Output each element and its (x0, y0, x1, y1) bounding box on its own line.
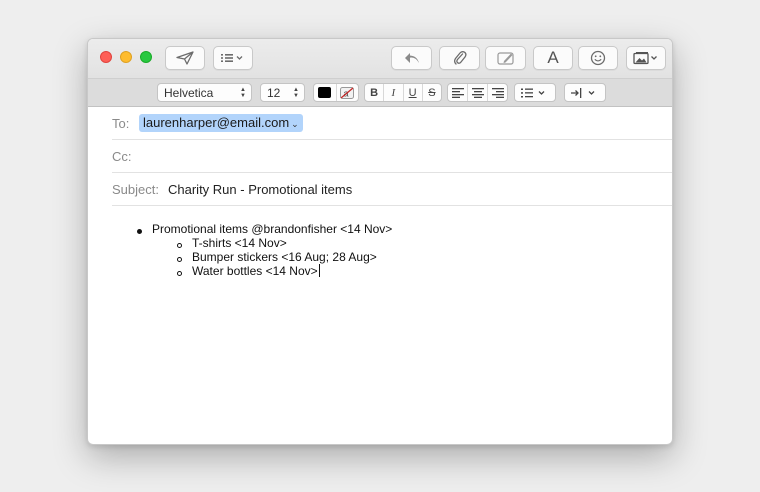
compose-window: A Helvetica ▲▼ 12 ▲▼ a (87, 38, 673, 445)
text-caret (318, 264, 320, 277)
bullet-icon (137, 229, 142, 234)
photo-browser-button[interactable] (626, 46, 666, 70)
to-label: To: (112, 116, 130, 131)
cc-field[interactable]: Cc: (112, 140, 672, 173)
markup-button[interactable] (485, 46, 526, 70)
minimize-window-button[interactable] (120, 51, 132, 63)
to-field[interactable]: To: laurenharper@email.com ⌄ (112, 107, 672, 140)
bold-button[interactable]: B (365, 84, 385, 101)
list-style-select[interactable] (514, 83, 556, 102)
font-size-select[interactable]: 12 ▲ ▼ (260, 83, 305, 102)
italic-button[interactable]: I (384, 84, 404, 101)
format-bar: Helvetica ▲▼ 12 ▲▼ a B I U S (88, 78, 672, 107)
emoji-icon (590, 50, 606, 66)
align-left-button[interactable] (448, 84, 468, 101)
chevron-updown-icon: ▲ ▼ (240, 86, 246, 99)
header-fields-icon (221, 53, 245, 63)
indent-icon (571, 87, 595, 98)
subject-label: Subject: (112, 182, 159, 197)
font-size-value: 12 (267, 85, 281, 100)
close-window-button[interactable] (100, 51, 112, 63)
bulleted-list-icon (521, 88, 545, 97)
color-controls: a (313, 83, 359, 102)
chevron-down-icon: ⌄ (291, 119, 299, 129)
background-color-button[interactable]: a (337, 84, 359, 101)
alignment-controls (447, 83, 508, 102)
font-family-value: Helvetica (164, 85, 214, 100)
sub-list-item: T-shirts <14 Nov> (192, 236, 287, 250)
text-color-button[interactable] (314, 84, 337, 101)
zoom-window-button[interactable] (140, 51, 152, 63)
attach-icon (453, 50, 467, 66)
header-fields-button[interactable] (213, 46, 253, 70)
text-color-swatch (318, 87, 332, 98)
align-left-icon (451, 87, 464, 98)
reply-button (391, 46, 432, 70)
subject-input: Charity Run - Promotional items (168, 182, 353, 197)
sub-bullet-icon (177, 257, 182, 262)
sub-list-item: Bumper stickers <16 Aug; 28 Aug> (192, 250, 377, 264)
attach-button[interactable] (439, 46, 480, 70)
font-family-select[interactable]: Helvetica ▲ ▼ (157, 83, 252, 102)
emoji-button[interactable] (578, 46, 618, 70)
align-center-button[interactable] (468, 84, 488, 101)
sub-bullet-icon (177, 243, 182, 248)
markup-icon (496, 51, 515, 65)
indent-select[interactable] (564, 83, 606, 102)
recipient-address: laurenharper@email.com (143, 115, 290, 130)
align-right-icon (491, 87, 504, 98)
sub-list-item-text: Water bottles <14 Nov> (192, 264, 318, 278)
chevron-updown-icon: ▲ ▼ (293, 86, 299, 99)
text-style-controls: B I U S (364, 83, 442, 102)
subject-field[interactable]: Subject: Charity Run - Promotional items (112, 173, 672, 206)
align-center-icon (471, 87, 484, 98)
strikethrough-button[interactable]: S (423, 84, 441, 101)
format-text-button[interactable]: A (533, 46, 573, 70)
format-text-icon: A (547, 48, 559, 67)
send-button[interactable] (165, 46, 205, 70)
sub-list-item: Water bottles <14 Nov> (192, 264, 320, 278)
send-icon (176, 51, 194, 65)
underline-button[interactable]: U (404, 84, 423, 101)
reply-icon (403, 51, 421, 65)
list-item: Promotional items @brandonfisher <14 Nov… (152, 222, 393, 236)
no-background-color-icon: a (340, 86, 355, 99)
cc-label: Cc: (112, 149, 132, 164)
sub-bullet-icon (177, 271, 182, 276)
recipient-token[interactable]: laurenharper@email.com ⌄ (139, 114, 303, 132)
align-right-button[interactable] (488, 84, 507, 101)
photo-browser-icon (633, 51, 659, 65)
titlebar: A (88, 39, 672, 78)
